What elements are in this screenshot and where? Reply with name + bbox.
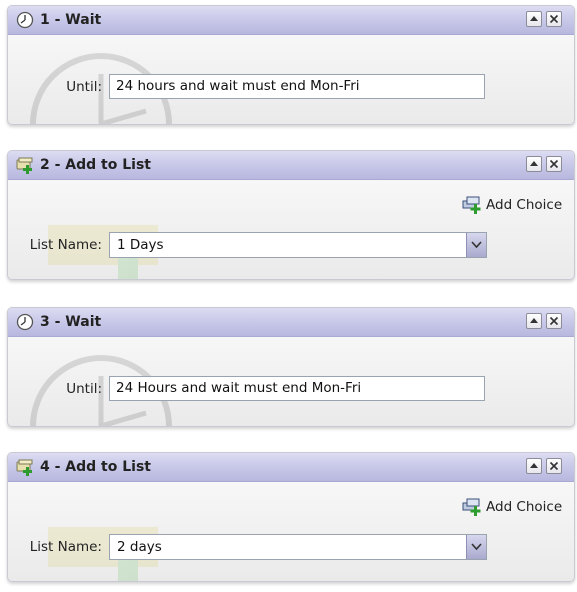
- step-title: 4 - Add to List: [40, 459, 151, 475]
- close-icon: [549, 316, 559, 326]
- close-icon: [549, 159, 559, 169]
- step-title: 1 - Wait: [40, 12, 102, 28]
- clock-icon: [16, 11, 34, 29]
- close-icon: [549, 461, 559, 471]
- until-input[interactable]: 24 hours and wait must end Mon-Fri: [109, 74, 485, 99]
- add-choice-icon: [462, 498, 481, 516]
- step-header: 1 - Wait: [8, 6, 574, 35]
- step-header: 2 - Add to List: [8, 151, 574, 180]
- add-choice-button[interactable]: Add Choice: [462, 497, 562, 517]
- step-panel-wait-1: 1 - Wait Until: 24 hours and wait must e…: [7, 5, 575, 125]
- dropdown-button[interactable]: [466, 233, 486, 257]
- list-add-icon: [16, 459, 33, 476]
- clock-icon: [16, 313, 34, 331]
- add-choice-icon: [462, 196, 481, 214]
- chevron-down-icon: [471, 241, 482, 249]
- list-name-value: 1 Days: [117, 237, 164, 253]
- dropdown-button[interactable]: [466, 535, 486, 559]
- step-panel-list-4: 4 - Add to List Add Choice List Name: 2 …: [7, 452, 575, 582]
- close-button[interactable]: [546, 156, 562, 172]
- triangle-up-icon: [530, 463, 538, 468]
- close-icon: [549, 14, 559, 24]
- step-panel-list-2: 2 - Add to List Add Choice List Name: 1 …: [7, 150, 575, 280]
- list-name-select[interactable]: 1 Days: [109, 232, 487, 258]
- step-title: 2 - Add to List: [40, 157, 151, 173]
- move-up-button[interactable]: [526, 11, 542, 27]
- step-header: 3 - Wait: [8, 308, 574, 337]
- step-header: 4 - Add to List: [8, 453, 574, 482]
- step-title: 3 - Wait: [40, 314, 102, 330]
- move-up-button[interactable]: [526, 458, 542, 474]
- until-label: Until:: [66, 381, 102, 397]
- triangle-up-icon: [530, 161, 538, 166]
- move-up-button[interactable]: [526, 156, 542, 172]
- chevron-down-icon: [471, 543, 482, 551]
- until-input[interactable]: 24 Hours and wait must end Mon-Fri: [109, 376, 485, 401]
- add-choice-button[interactable]: Add Choice: [462, 195, 562, 215]
- close-button[interactable]: [546, 313, 562, 329]
- triangle-up-icon: [530, 16, 538, 21]
- list-name-value: 2 days: [117, 539, 162, 555]
- close-button[interactable]: [546, 458, 562, 474]
- list-name-label: List Name:: [29, 237, 102, 253]
- list-name-label: List Name:: [29, 539, 102, 555]
- move-up-button[interactable]: [526, 313, 542, 329]
- until-label: Until:: [66, 79, 102, 95]
- close-button[interactable]: [546, 11, 562, 27]
- list-name-select[interactable]: 2 days: [109, 534, 487, 560]
- add-choice-label: Add Choice: [486, 499, 563, 515]
- triangle-up-icon: [530, 318, 538, 323]
- list-add-icon: [16, 157, 33, 174]
- add-choice-label: Add Choice: [486, 197, 563, 213]
- step-panel-wait-3: 3 - Wait Until: 24 Hours and wait must e…: [7, 307, 575, 427]
